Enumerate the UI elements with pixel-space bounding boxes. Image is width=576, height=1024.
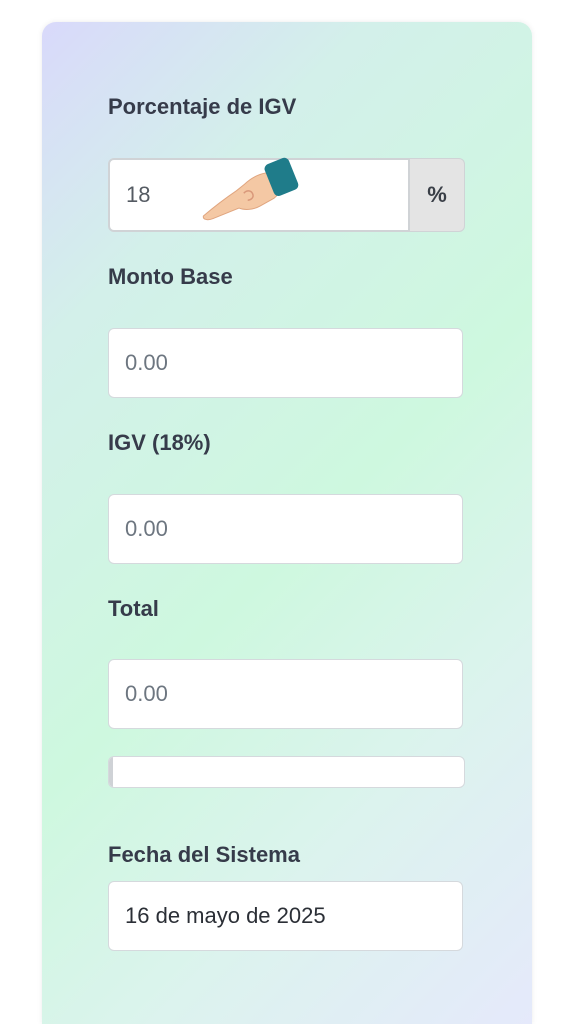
total-input[interactable]: 0.00 bbox=[108, 659, 463, 729]
igv-amount-input[interactable]: 0.00 bbox=[108, 494, 463, 564]
percent-addon: % bbox=[410, 158, 465, 232]
fecha-label: Fecha del Sistema bbox=[108, 842, 300, 867]
fecha-input[interactable]: 16 de mayo de 2025 bbox=[108, 881, 463, 951]
progress-fill bbox=[109, 757, 113, 787]
calculator-card: Porcentaje de IGV 18 % Monto Base 0.00 I… bbox=[42, 22, 532, 1024]
total-progress-bar bbox=[108, 756, 465, 788]
pointing-hand-icon bbox=[202, 157, 299, 221]
monto-base-label: Monto Base bbox=[108, 264, 233, 289]
monto-base-input[interactable]: 0.00 bbox=[108, 328, 463, 398]
igv-percentage-label: Porcentaje de IGV bbox=[108, 94, 297, 119]
igv-amount-label: IGV (18%) bbox=[108, 430, 211, 455]
total-label: Total bbox=[108, 596, 159, 621]
